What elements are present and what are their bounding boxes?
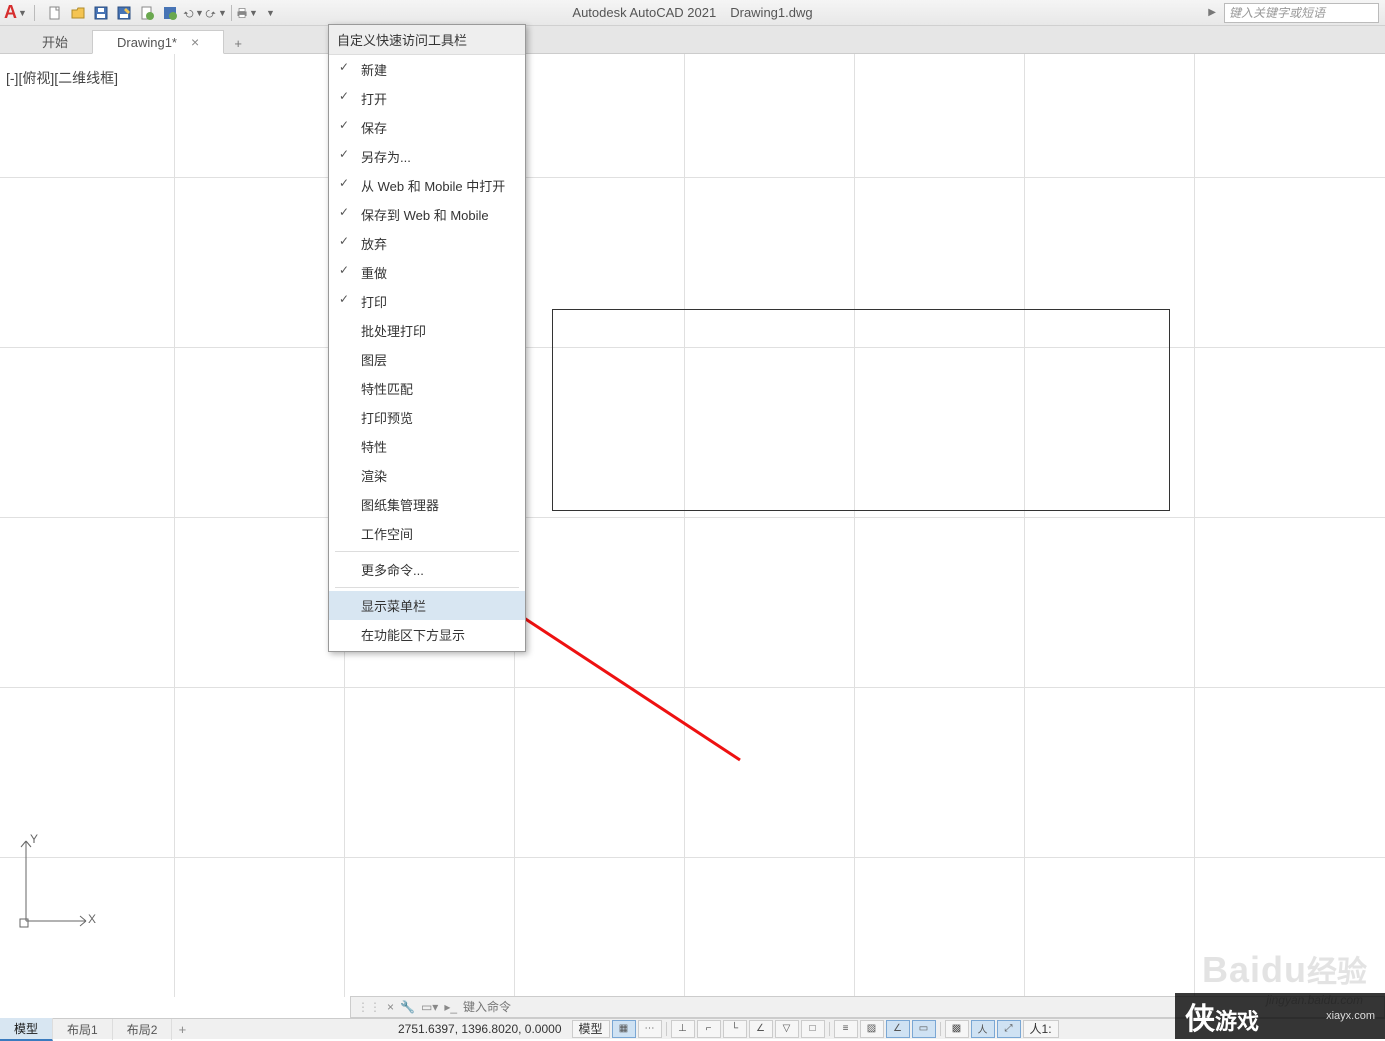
transparency-toggle[interactable]: ▨ xyxy=(860,1020,884,1038)
search-input[interactable]: 键入关键字或短语 xyxy=(1224,3,1379,23)
menu-item-unchecked[interactable]: 渲染 xyxy=(329,461,525,490)
check-icon: ✓ xyxy=(339,263,349,277)
add-layout-button[interactable]: + xyxy=(172,1022,192,1037)
separator xyxy=(335,551,519,552)
annotation-visibility-toggle[interactable]: 人 xyxy=(971,1020,995,1038)
save-web-button[interactable] xyxy=(159,2,181,24)
menu-item-show-below-ribbon[interactable]: 在功能区下方显示 xyxy=(329,620,525,649)
search-arrow-icon: ▶ xyxy=(1208,7,1216,18)
menu-header: 自定义快速访问工具栏 xyxy=(329,25,525,55)
title-center: Autodesk AutoCAD 2021 Drawing1.dwg xyxy=(572,5,812,20)
tab-start[interactable]: 开始 xyxy=(18,29,92,53)
infer-constraints-toggle[interactable]: ⊥ xyxy=(671,1020,695,1038)
auto-scale-toggle[interactable]: ⤢ xyxy=(997,1020,1021,1038)
coordinates-readout[interactable]: 2751.6397, 1396.8020, 0.0000 xyxy=(390,1022,570,1036)
chevron-down-icon: ▼ xyxy=(18,8,27,18)
menu-item-unchecked[interactable]: 打印预览 xyxy=(329,403,525,432)
qat-dropdown-button[interactable]: ▼ xyxy=(259,2,281,24)
app-title: Autodesk AutoCAD 2021 xyxy=(572,5,716,20)
ortho-toggle[interactable]: └ xyxy=(723,1020,747,1038)
menu-item-checked[interactable]: ✓放弃 xyxy=(329,229,525,258)
dynamic-input-toggle[interactable]: ⌐ xyxy=(697,1020,721,1038)
drawing-canvas[interactable]: [-][俯视][二维线框] Y X xyxy=(0,54,1385,997)
menu-item-unchecked[interactable]: 特性 xyxy=(329,432,525,461)
menu-item-checked[interactable]: ✓保存到 Web 和 Mobile xyxy=(329,200,525,229)
save-button[interactable] xyxy=(90,2,112,24)
title-bar: A ▼ ▼ ▼ ▼ ▼ Autodesk AutoCAD 2021 Drawin… xyxy=(0,0,1385,26)
svg-text:X: X xyxy=(88,912,96,926)
recent-commands-icon[interactable]: ▭▾ xyxy=(421,1000,438,1014)
menu-item-checked[interactable]: ✓另存为... xyxy=(329,142,525,171)
ucs-icon[interactable]: Y X xyxy=(16,831,96,931)
menu-item-checked[interactable]: ✓从 Web 和 Mobile 中打开 xyxy=(329,171,525,200)
close-icon[interactable]: × xyxy=(191,34,199,50)
print-button[interactable]: ▼ xyxy=(236,2,258,24)
tab-layout1[interactable]: 布局1 xyxy=(53,1019,113,1040)
snap-toggle[interactable]: ⋯ xyxy=(638,1020,662,1038)
check-icon: ✓ xyxy=(339,292,349,306)
viewport-label[interactable]: [-][俯视][二维线框] xyxy=(6,68,118,88)
annotation-scale-toggle[interactable]: ▩ xyxy=(945,1020,969,1038)
tab-model[interactable]: 模型 xyxy=(0,1018,53,1041)
menu-item-checked[interactable]: ✓打开 xyxy=(329,84,525,113)
close-icon[interactable]: × xyxy=(387,1000,394,1014)
check-icon: ✓ xyxy=(339,147,349,161)
document-tabbar: 开始 Drawing1* × + xyxy=(0,26,1385,54)
lineweight-toggle[interactable]: ≡ xyxy=(834,1020,858,1038)
check-icon: ✓ xyxy=(339,118,349,132)
grid-toggle[interactable]: ▦ xyxy=(612,1020,636,1038)
menu-item-more-commands[interactable]: 更多命令... xyxy=(329,555,525,584)
separator xyxy=(34,5,35,21)
new-tab-button[interactable]: + xyxy=(228,33,248,53)
check-icon: ✓ xyxy=(339,205,349,219)
separator xyxy=(231,5,232,21)
svg-text:Y: Y xyxy=(30,832,38,846)
new-file-button[interactable] xyxy=(44,2,66,24)
quick-access-toolbar: ▼ ▼ ▼ ▼ xyxy=(44,2,281,24)
redo-button[interactable]: ▼ xyxy=(205,2,227,24)
separator xyxy=(335,587,519,588)
tab-layout2[interactable]: 布局2 xyxy=(113,1019,173,1040)
tab-label: 开始 xyxy=(42,32,68,51)
file-title: Drawing1.dwg xyxy=(730,5,812,20)
tab-drawing1[interactable]: Drawing1* × xyxy=(92,30,224,54)
watermark-xiayouxi: 侠游戏 xiayx.com xyxy=(1175,993,1385,1039)
undo-button[interactable]: ▼ xyxy=(182,2,204,24)
model-space-button[interactable]: 模型 xyxy=(572,1020,610,1038)
menu-item-unchecked[interactable]: 图层 xyxy=(329,345,525,374)
logo-letter: A xyxy=(4,2,17,23)
3dosnap-toggle[interactable]: ▭ xyxy=(912,1020,936,1038)
menu-item-checked[interactable]: ✓重做 xyxy=(329,258,525,287)
polar-toggle[interactable]: ∠ xyxy=(749,1020,773,1038)
menu-item-checked[interactable]: ✓保存 xyxy=(329,113,525,142)
open-file-button[interactable] xyxy=(67,2,89,24)
menu-item-unchecked[interactable]: 批处理打印 xyxy=(329,316,525,345)
app-logo[interactable]: A ▼ xyxy=(0,2,31,23)
check-icon: ✓ xyxy=(339,176,349,190)
title-right: ▶ 键入关键字或短语 xyxy=(1208,3,1379,23)
check-icon: ✓ xyxy=(339,60,349,74)
wrench-icon[interactable]: 🔧 xyxy=(400,1000,415,1014)
chevron-down-icon: ▼ xyxy=(266,8,275,18)
tab-label: Drawing1* xyxy=(117,35,177,50)
save-as-button[interactable] xyxy=(113,2,135,24)
commandline-grip-icon[interactable]: ⋮⋮ xyxy=(357,1000,381,1014)
check-icon: ✓ xyxy=(339,89,349,103)
osnap-toggle[interactable]: □ xyxy=(801,1020,825,1038)
menu-item-unchecked[interactable]: 特性匹配 xyxy=(329,374,525,403)
menu-item-checked[interactable]: ✓新建 xyxy=(329,55,525,84)
menu-item-show-menubar[interactable]: 显示菜单栏 xyxy=(329,591,525,620)
prompt-chevron-icon: ▸_ xyxy=(444,1000,457,1014)
annotation-scale-label[interactable]: 人1: xyxy=(1023,1020,1059,1038)
menu-item-unchecked[interactable]: 工作空间 xyxy=(329,519,525,548)
open-web-button[interactable] xyxy=(136,2,158,24)
menu-item-unchecked[interactable]: 图纸集管理器 xyxy=(329,490,525,519)
qat-customize-menu: 自定义快速访问工具栏 ✓新建✓打开✓保存✓另存为...✓从 Web 和 Mobi… xyxy=(328,24,526,652)
menu-item-checked[interactable]: ✓打印 xyxy=(329,287,525,316)
isodraft-toggle[interactable]: ▽ xyxy=(775,1020,799,1038)
check-icon: ✓ xyxy=(339,234,349,248)
selection-cycling-toggle[interactable]: ∠ xyxy=(886,1020,910,1038)
drawing-rectangle[interactable] xyxy=(552,309,1170,511)
